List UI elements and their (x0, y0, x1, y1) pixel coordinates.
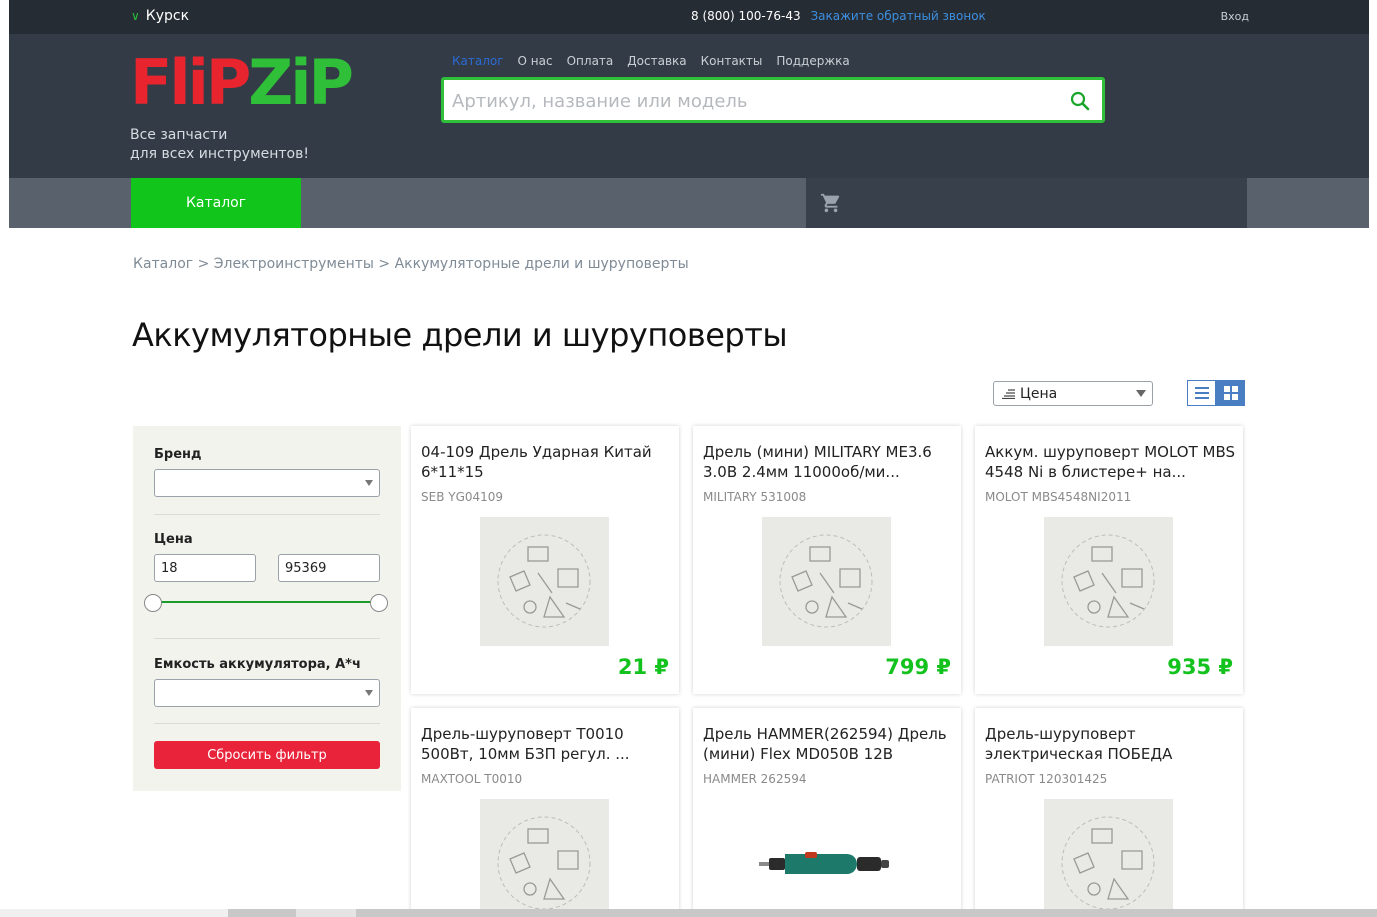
product-name[interactable]: Аккум. шуруповерт MOLOT MBS 4548 Ni в бл… (985, 442, 1235, 482)
grid-icon (1223, 386, 1238, 400)
site-header: FliPZiP Все запчасти для всех инструмент… (9, 34, 1369, 178)
product-placeholder-image[interactable] (762, 517, 891, 646)
product-name[interactable]: Дрель-шуруповерт электрическая ПОБЕДА (985, 724, 1235, 764)
chevron-down-icon (365, 480, 373, 486)
brand-select[interactable] (154, 469, 380, 497)
product-code: PATRIOT 120301425 (985, 772, 1108, 786)
product-price: 799 ₽ (885, 655, 951, 679)
phone-number[interactable]: 8 (800) 100-76-43 (691, 9, 801, 23)
search-input[interactable] (452, 88, 1052, 114)
tools-placeholder-icon (497, 534, 591, 628)
divider (154, 638, 380, 639)
nav-item-payment[interactable]: Оплата (567, 54, 614, 68)
product-code: MAXTOOL T0010 (421, 772, 523, 786)
rotary-tool-icon (759, 852, 889, 874)
capacity-select[interactable] (154, 679, 380, 707)
nav-item-delivery[interactable]: Доставка (627, 54, 686, 68)
product-name[interactable]: Дрель (мини) MILITARY ME3.6 3.0В 2.4мм 1… (703, 442, 953, 482)
city-selector[interactable]: ∨ Курск (131, 8, 189, 24)
scrollbar-thumb-highlight (296, 909, 356, 917)
product-code: MILITARY 531008 (703, 490, 807, 504)
list-icon (1194, 387, 1209, 399)
grid-view-button[interactable] (1216, 380, 1245, 406)
sort-select[interactable]: Цена (993, 381, 1153, 406)
breadcrumb[interactable]: Каталог > Электроинструменты > Аккумулят… (133, 256, 689, 272)
divider (154, 723, 380, 724)
product-code: MOLOT MBS4548NI2011 (985, 490, 1132, 504)
product-card[interactable]: Аккум. шуруповерт MOLOT MBS 4548 Ni в бл… (975, 426, 1243, 694)
product-code: HAMMER 262594 (703, 772, 807, 786)
price-label: Цена (154, 532, 193, 547)
product-code: SEB YG04109 (421, 490, 504, 504)
product-card[interactable]: 04-109 Дрель Ударная Китай 6*11*15 SEB Y… (411, 426, 679, 694)
nav-item-catalog[interactable]: Каталог (452, 54, 504, 68)
product-card[interactable]: Дрель-шуруповерт T0010 500Вт, 10мм БЗП р… (411, 708, 679, 917)
product-price: 935 ₽ (1167, 655, 1233, 679)
product-placeholder-image[interactable] (480, 517, 609, 646)
product-name[interactable]: 04-109 Дрель Ударная Китай 6*11*15 (421, 442, 671, 482)
cart-area (806, 178, 1247, 228)
tools-placeholder-icon (779, 534, 873, 628)
product-placeholder-image[interactable] (1044, 517, 1173, 646)
chevron-down-icon (365, 690, 373, 696)
tagline-line-2: для всех инструментов! (130, 146, 309, 162)
product-card[interactable]: Дрель (мини) MILITARY ME3.6 3.0В 2.4мм 1… (693, 426, 961, 694)
price-max-input[interactable]: 95369 (278, 554, 380, 582)
logo-part-1: FliP (130, 46, 251, 119)
contact-block: 8 (800) 100-76-43 Закажите обратный звон… (691, 9, 986, 23)
product-name[interactable]: Дрель HAMMER(262594) Дрель (мини) Flex M… (703, 724, 953, 764)
tools-placeholder-icon (497, 816, 591, 910)
logo[interactable]: FliPZiP (130, 52, 354, 114)
tagline-line-1: Все запчасти (130, 127, 228, 143)
callback-link[interactable]: Закажите обратный звонок (810, 9, 985, 23)
search-icon[interactable] (1070, 91, 1090, 111)
price-slider-min-handle[interactable] (144, 594, 162, 612)
nav-item-about[interactable]: О нас (518, 54, 553, 68)
scrollbar-thumb[interactable] (228, 909, 1377, 917)
sort-value: Цена (1020, 385, 1058, 402)
main-nav: Каталог О нас Оплата Доставка Контакты П… (452, 54, 850, 68)
product-placeholder-image[interactable] (480, 799, 609, 917)
tools-placeholder-icon (1061, 534, 1155, 628)
logo-part-2: ZiP (248, 46, 354, 119)
list-view-button[interactable] (1187, 380, 1216, 406)
product-card[interactable]: Дрель HAMMER(262594) Дрель (мини) Flex M… (693, 708, 961, 917)
chevron-down-icon (1136, 390, 1146, 397)
cart-icon[interactable] (820, 192, 842, 214)
tagline: Все запчасти для всех инструментов! (130, 126, 330, 164)
nav-item-contacts[interactable]: Контакты (701, 54, 763, 68)
reset-filter-button[interactable]: Сбросить фильтр (154, 741, 380, 769)
search-box (441, 77, 1105, 123)
price-min-input[interactable]: 18 (154, 554, 256, 582)
price-slider-max-handle[interactable] (370, 594, 388, 612)
top-bar: ∨ Курск 8 (800) 100-76-43 Закажите обрат… (9, 0, 1369, 34)
product-image[interactable] (759, 844, 891, 884)
product-name[interactable]: Дрель-шуруповерт T0010 500Вт, 10мм БЗП р… (421, 724, 671, 764)
price-slider-track[interactable] (161, 601, 379, 603)
view-toggle (1187, 380, 1245, 406)
product-card[interactable]: Дрель-шуруповерт электрическая ПОБЕДА PA… (975, 708, 1243, 917)
login-link[interactable]: Вход (1221, 10, 1249, 23)
capacity-label: Емкость аккумулятора, А*ч (154, 657, 361, 672)
chevron-down-icon: ∨ (131, 9, 140, 23)
page: ∨ Курск 8 (800) 100-76-43 Закажите обрат… (0, 0, 1377, 917)
divider (154, 514, 380, 515)
filter-panel: Бренд Цена 18 95369 Емкость аккумулятора… (133, 426, 401, 791)
sub-nav: Каталог (9, 178, 1369, 228)
city-label: Курск (145, 8, 190, 24)
nav-item-support[interactable]: Поддержка (776, 54, 849, 68)
product-price: 21 ₽ (617, 655, 669, 679)
tools-placeholder-icon (1061, 816, 1155, 910)
product-placeholder-image[interactable] (1044, 799, 1173, 917)
page-title: Аккумуляторные дрели и шуруповерты (132, 316, 788, 354)
horizontal-scrollbar[interactable] (0, 909, 1377, 917)
catalog-button[interactable]: Каталог (131, 178, 301, 228)
sort-icon (1002, 388, 1015, 399)
brand-label: Бренд (154, 447, 202, 462)
